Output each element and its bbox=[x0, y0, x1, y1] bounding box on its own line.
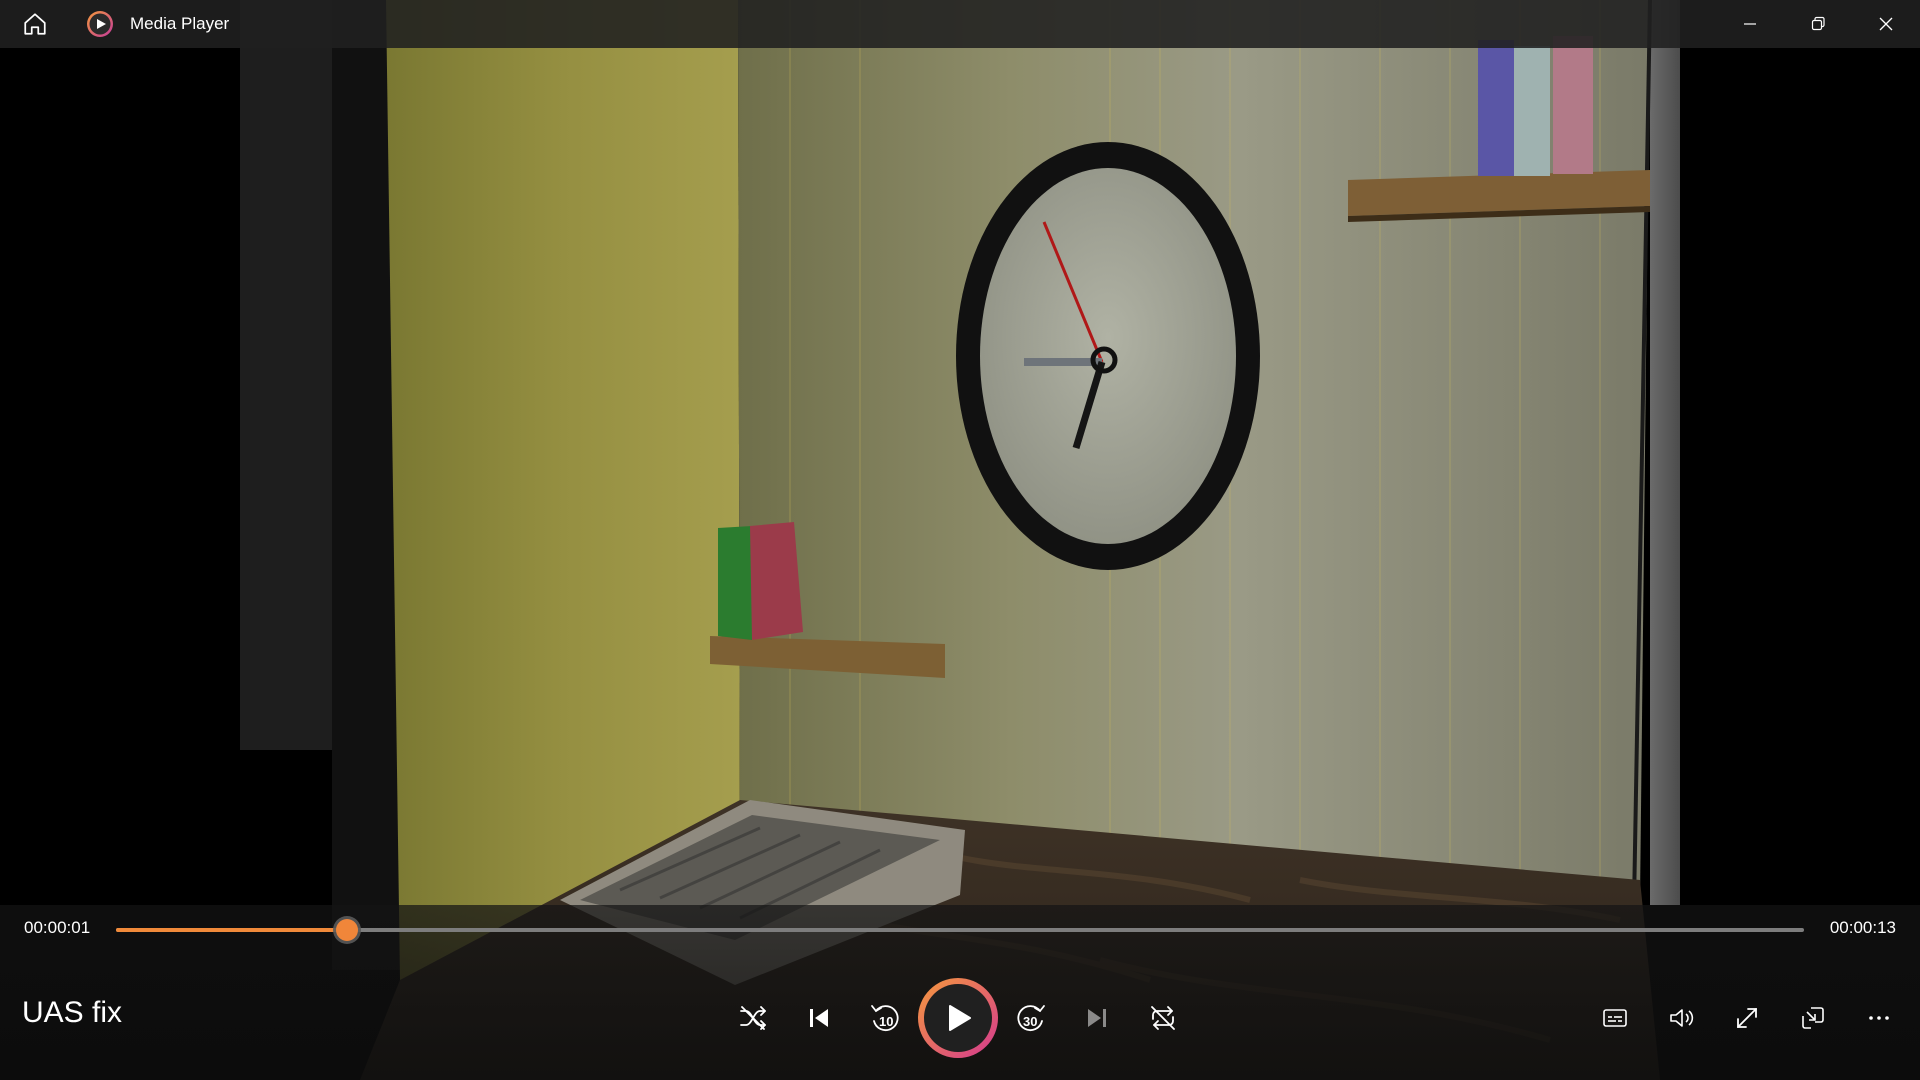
media-player-icon bbox=[87, 11, 113, 37]
play-button-inner bbox=[924, 984, 992, 1052]
close-icon bbox=[1879, 17, 1893, 31]
rewind-10-icon: 10 bbox=[871, 1005, 899, 1031]
window-controls bbox=[1716, 0, 1920, 48]
close-button[interactable] bbox=[1852, 0, 1920, 48]
shuffle-icon bbox=[740, 1006, 766, 1030]
app-title: Media Player bbox=[130, 14, 230, 33]
home-button[interactable] bbox=[0, 0, 70, 48]
volume-button[interactable] bbox=[1648, 985, 1714, 1051]
previous-button[interactable] bbox=[786, 985, 852, 1051]
restore-button[interactable] bbox=[1784, 0, 1852, 48]
fullscreen-icon bbox=[1737, 1008, 1757, 1028]
volume-icon bbox=[1670, 1009, 1694, 1027]
more-icon bbox=[1869, 1016, 1889, 1020]
repeat-off-icon bbox=[1151, 1006, 1175, 1030]
captions-icon bbox=[1603, 1009, 1627, 1027]
forward-30-button[interactable]: 30 bbox=[998, 985, 1064, 1051]
minimize-button[interactable] bbox=[1716, 0, 1784, 48]
total-time: 00:00:13 bbox=[1829, 918, 1896, 937]
miniplayer-icon bbox=[1802, 1007, 1824, 1029]
shuffle-button[interactable] bbox=[720, 985, 786, 1051]
forward-seconds-label: 30 bbox=[1023, 1014, 1037, 1029]
captions-button[interactable] bbox=[1582, 985, 1648, 1051]
restore-icon bbox=[1811, 16, 1825, 31]
minimize-icon bbox=[1744, 23, 1756, 25]
forward-30-icon: 30 bbox=[1017, 1005, 1045, 1031]
previous-icon bbox=[810, 1009, 828, 1027]
seek-bar[interactable] bbox=[116, 919, 1804, 941]
next-icon bbox=[1088, 1009, 1106, 1027]
seek-bar-progress bbox=[116, 928, 348, 932]
title-bar: Media Player bbox=[0, 0, 1920, 48]
fullscreen-button[interactable] bbox=[1714, 985, 1780, 1051]
playback-controls: 10 30 bbox=[720, 976, 1196, 1060]
repeat-button[interactable] bbox=[1130, 985, 1196, 1051]
home-icon bbox=[24, 13, 46, 35]
rewind-seconds-label: 10 bbox=[879, 1014, 893, 1029]
app-icon bbox=[84, 0, 116, 48]
media-title: UAS fix bbox=[22, 996, 123, 1029]
more-options-button[interactable] bbox=[1846, 985, 1912, 1051]
play-icon bbox=[949, 1005, 971, 1031]
miniplayer-button[interactable] bbox=[1780, 985, 1846, 1051]
next-button[interactable] bbox=[1064, 985, 1130, 1051]
current-time: 00:00:01 bbox=[24, 918, 91, 937]
rewind-10-button[interactable]: 10 bbox=[852, 985, 918, 1051]
play-button[interactable] bbox=[918, 978, 998, 1058]
secondary-controls bbox=[1582, 984, 1912, 1052]
